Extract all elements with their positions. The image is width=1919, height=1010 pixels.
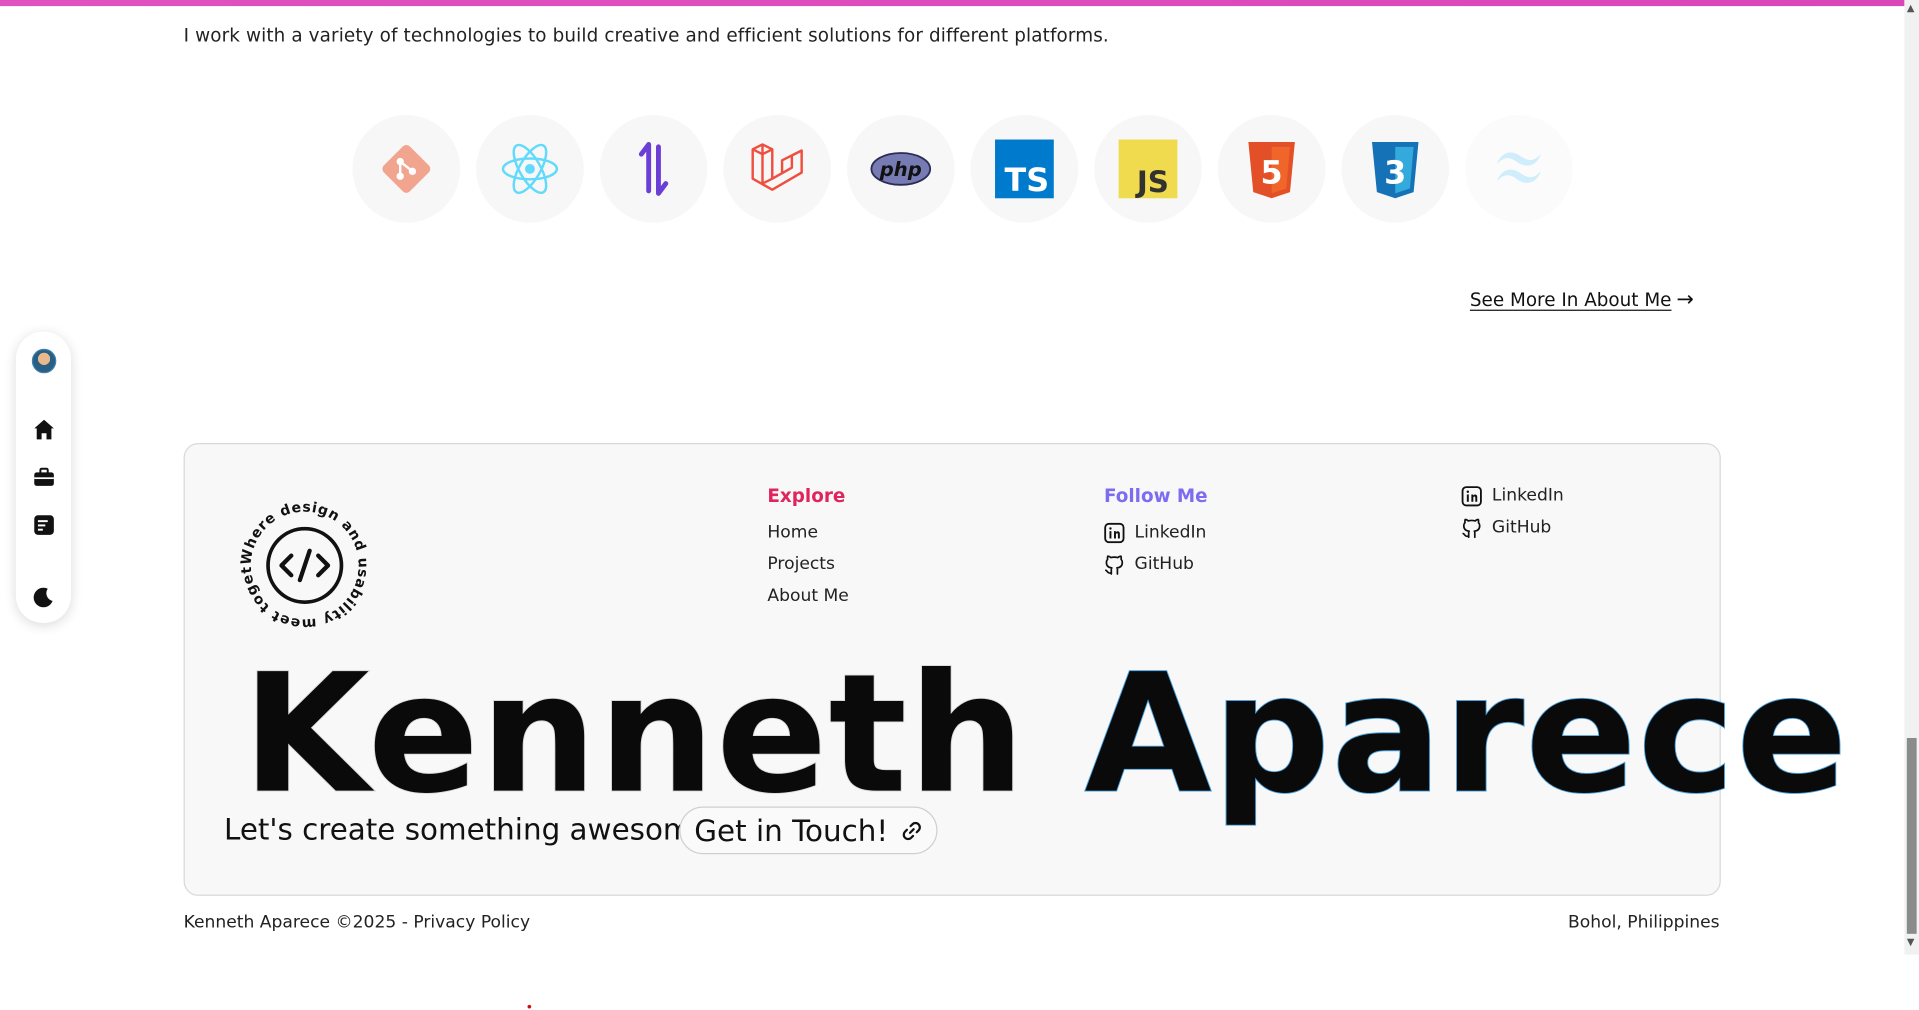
red-dot-artifact xyxy=(527,1004,532,1009)
cta-text: Let's create something awesome xyxy=(223,812,710,847)
scroll-down-arrow[interactable]: ▼ xyxy=(1907,936,1915,947)
top-accent-bar xyxy=(0,0,1905,7)
tech-icon-row: php TS JS 5 3 xyxy=(352,115,1573,223)
extra-github-link[interactable]: GitHub xyxy=(1461,512,1563,544)
git-icon xyxy=(352,115,461,223)
svg-text:3: 3 xyxy=(1384,154,1406,192)
copyright-text: Kenneth Aparece ©2025 - Privacy Policy xyxy=(183,913,531,933)
extra-linkedin-link[interactable]: LinkedIn xyxy=(1461,480,1564,512)
document-icon[interactable] xyxy=(32,513,56,537)
avatar[interactable] xyxy=(31,348,57,374)
css3-icon: 3 xyxy=(1341,115,1450,223)
github-icon xyxy=(1104,554,1124,575)
arrow-right-icon: → xyxy=(1676,287,1694,313)
floating-sidebar-nav xyxy=(15,331,71,623)
footer-link-about[interactable]: About Me xyxy=(767,580,848,612)
php-icon: php xyxy=(846,115,955,223)
big-name-heading: Kenneth Aparece xyxy=(241,651,1848,817)
footer-link-home[interactable]: Home xyxy=(767,516,848,548)
scroll-up-arrow[interactable]: ▲ xyxy=(1907,2,1915,13)
react-icon xyxy=(476,115,584,223)
svg-text:JS: JS xyxy=(1135,165,1169,199)
footer-link-projects[interactable]: Projects xyxy=(767,548,848,580)
typescript-icon: TS xyxy=(970,115,1079,223)
linkedin-label: LinkedIn xyxy=(1134,522,1207,543)
linkedin-icon xyxy=(1461,485,1482,506)
first-name: Kenneth xyxy=(241,638,1027,830)
briefcase-icon[interactable] xyxy=(32,465,56,489)
javascript-icon: JS xyxy=(1094,115,1202,223)
follow-heading: Follow Me xyxy=(1103,484,1208,507)
github-label: GitHub xyxy=(1491,517,1552,538)
svg-text:5: 5 xyxy=(1261,154,1283,192)
github-label: GitHub xyxy=(1134,554,1194,575)
scroll-thumb[interactable] xyxy=(1906,738,1917,934)
link-icon xyxy=(902,821,921,840)
code-badge-logo: Where design and usability meet together… xyxy=(239,499,370,631)
github-icon xyxy=(1462,518,1481,538)
social-links-extra: LinkedIn GitHub xyxy=(1461,480,1564,544)
follow-github-link[interactable]: GitHub xyxy=(1104,548,1208,580)
last-name: Aparece xyxy=(1084,638,1849,830)
laravel-icon xyxy=(723,115,832,223)
linkedin-label: LinkedIn xyxy=(1491,485,1564,506)
follow-column: Follow Me LinkedIn GitHub xyxy=(1104,485,1208,580)
see-more-label: See More In About Me xyxy=(1469,288,1672,311)
explore-heading: Explore xyxy=(767,484,846,507)
location-text: Bohol, Philippines xyxy=(1568,913,1720,933)
get-in-touch-button[interactable]: Get in Touch! xyxy=(679,806,938,855)
tech-intro-text: I work with a variety of technologies to… xyxy=(183,24,1109,47)
follow-linkedin-link[interactable]: LinkedIn xyxy=(1104,516,1208,548)
html5-icon: 5 xyxy=(1217,115,1326,223)
svg-text:TS: TS xyxy=(1005,161,1050,199)
svg-text:php: php xyxy=(879,158,922,181)
inertia-icon xyxy=(599,115,708,223)
explore-column: Explore Home Projects About Me xyxy=(767,485,848,612)
moon-icon[interactable] xyxy=(32,585,56,609)
page-scrollbar[interactable]: ▲ ▼ xyxy=(1904,0,1919,955)
linkedin-icon xyxy=(1104,522,1125,543)
home-icon[interactable] xyxy=(32,417,56,441)
see-more-about-link[interactable]: See More In About Me → xyxy=(1470,288,1694,312)
tailwind-icon xyxy=(1465,115,1573,223)
get-in-touch-label: Get in Touch! xyxy=(694,813,889,848)
